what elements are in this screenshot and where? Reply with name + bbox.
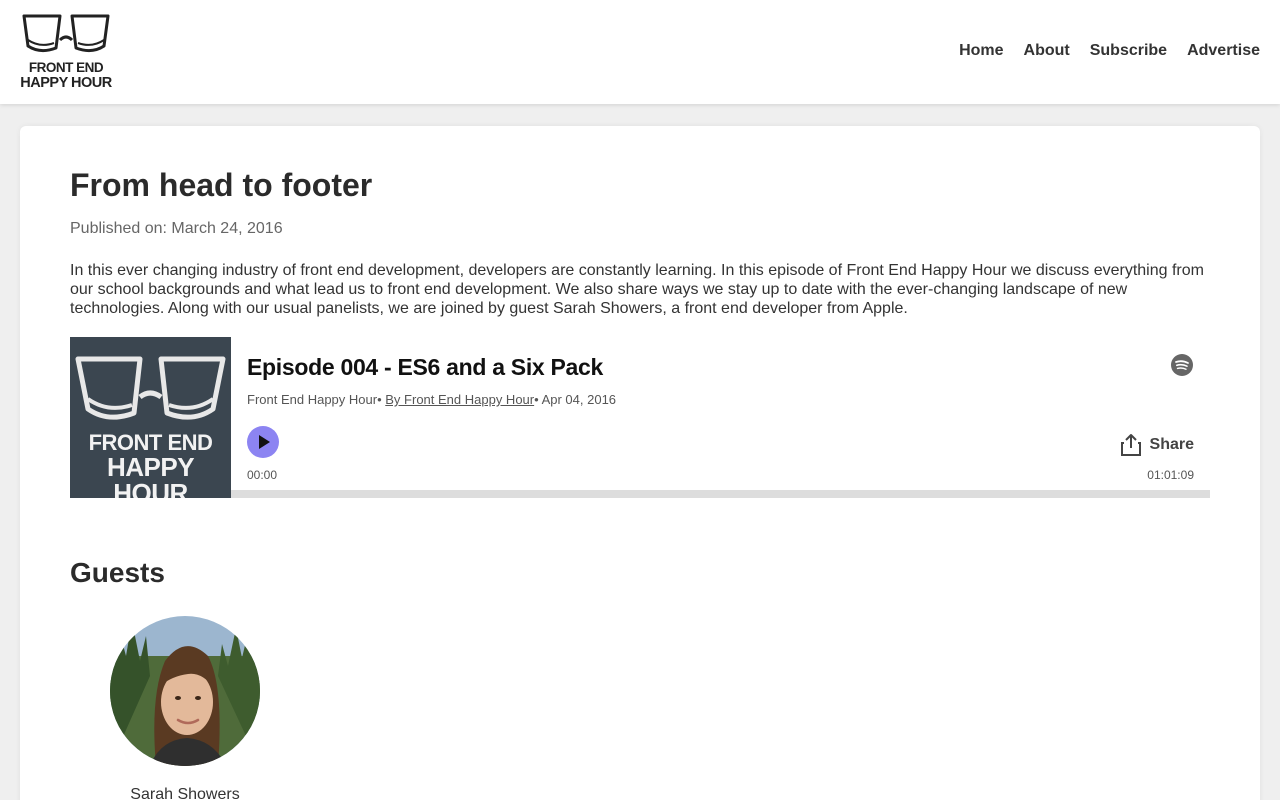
share-icon: [1120, 434, 1141, 456]
player-episode-title: Episode 004 - ES6 and a Six Pack: [247, 354, 604, 380]
player-episode-date: Apr 04, 2016: [541, 392, 617, 407]
player-episode-meta: Front End Happy Hour• By Front End Happy…: [247, 392, 616, 407]
spotify-icon[interactable]: [1170, 353, 1194, 377]
time-total: 01:01:09: [1147, 468, 1194, 482]
nav-advertise[interactable]: Advertise: [1187, 42, 1260, 60]
nav-subscribe[interactable]: Subscribe: [1090, 42, 1167, 60]
share-button[interactable]: Share: [1120, 433, 1194, 457]
artwork-text-line1: FRONT END: [88, 430, 213, 455]
logo-text-line2: HAPPY HOUR: [20, 75, 112, 91]
artwork-text-line2: HAPPY HOUR: [106, 452, 195, 498]
guests-heading: Guests: [70, 557, 165, 588]
site-logo[interactable]: FRONT END HAPPY HOUR: [20, 10, 112, 94]
share-label: Share: [1149, 436, 1194, 453]
play-button[interactable]: [247, 426, 279, 458]
nav-about[interactable]: About: [1024, 42, 1070, 60]
site-header: FRONT END HAPPY HOUR Home About Subscrib…: [0, 0, 1280, 104]
guest-name[interactable]: Sarah Showers: [110, 786, 260, 800]
guest-photo: [110, 616, 260, 766]
glasses-artwork-icon: [75, 356, 226, 420]
episode-artwork: FRONT END HAPPY HOUR: [70, 337, 231, 498]
meta-separator: •: [377, 392, 382, 407]
nav-home[interactable]: Home: [959, 42, 1003, 60]
progress-bar[interactable]: [231, 490, 1210, 498]
logo-text-line1: FRONT END: [28, 60, 104, 75]
player-author-link[interactable]: By Front End Happy Hour: [385, 392, 534, 407]
main-nav: Home About Subscribe Advertise: [959, 42, 1260, 60]
glasses-logo-icon: [22, 14, 110, 53]
guest-avatar[interactable]: [110, 616, 260, 766]
meta-separator: •: [534, 392, 539, 407]
published-date: Published on: March 24, 2016: [70, 220, 283, 237]
player-show-name: Front End Happy Hour: [247, 392, 378, 407]
time-current: 00:00: [247, 468, 278, 482]
podcast-player: FRONT END HAPPY HOUR Episode 004 - ES6 a…: [70, 337, 1210, 498]
page-title: From head to footer: [70, 167, 373, 203]
episode-description: In this ever changing industry of front …: [70, 262, 1204, 317]
